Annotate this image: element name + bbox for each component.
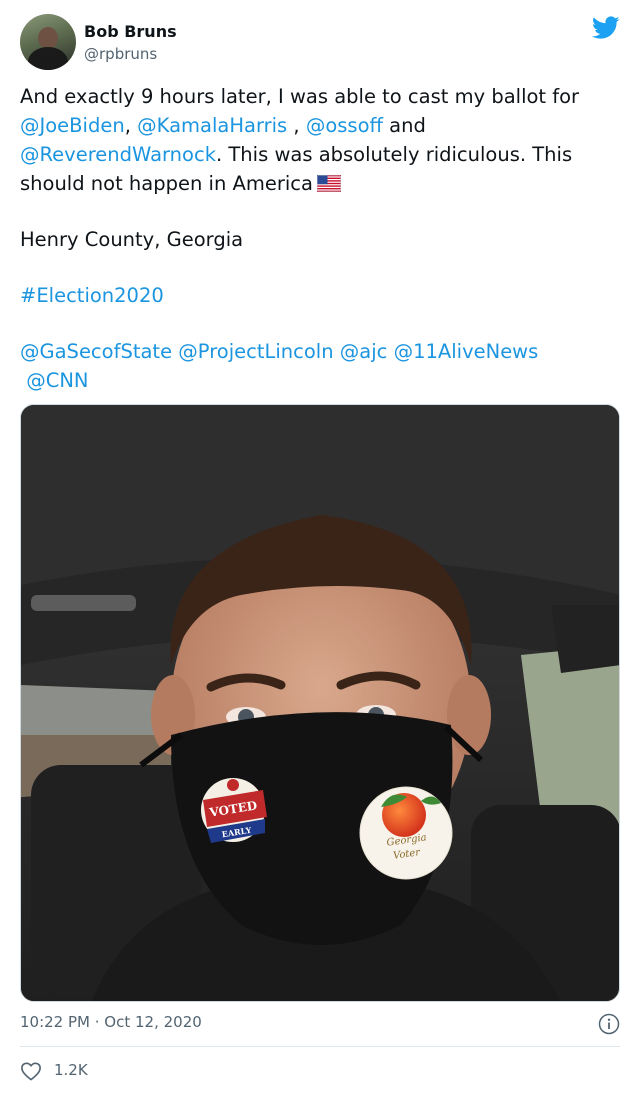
author-handle[interactable]: @rpbruns xyxy=(84,45,157,63)
tweet-mentions: @GaSecofState @ProjectLincoln @ajc @11Al… xyxy=(20,337,620,395)
mention-ossoff[interactable]: @ossoff xyxy=(306,114,383,137)
like-count: 1.2K xyxy=(54,1061,88,1079)
mention-reverendwarnock[interactable]: @ReverendWarnock xyxy=(20,143,216,166)
mention-cnn[interactable]: @CNN xyxy=(26,369,88,392)
divider xyxy=(20,1046,620,1047)
tweet-photo[interactable]: VOTED EARLY Georgia Voter xyxy=(20,404,620,1002)
text-separator: and xyxy=(382,114,426,137)
tweet-meta: 10:22 PM · Oct 12, 2020 xyxy=(20,1013,620,1035)
tweet-text-segment: And exactly 9 hours later, I was able to… xyxy=(20,85,580,108)
mention-11alivenews[interactable]: @11AliveNews xyxy=(394,340,539,363)
tweet-paragraph-main: And exactly 9 hours later, I was able to… xyxy=(20,82,620,198)
info-icon[interactable] xyxy=(598,1013,620,1035)
mention-ajc[interactable]: @ajc xyxy=(340,340,388,363)
tweet-text: And exactly 9 hours later, I was able to… xyxy=(20,82,620,395)
tweet-timestamp[interactable]: 10:22 PM · Oct 12, 2020 xyxy=(20,1013,202,1031)
mention-gasecofstate[interactable]: @GaSecofState xyxy=(20,340,172,363)
selfie-image: VOTED EARLY Georgia Voter xyxy=(21,405,619,1001)
mention-kamalaharris[interactable]: @KamalaHarris xyxy=(137,114,287,137)
tweet-location: Henry County, Georgia xyxy=(20,228,244,251)
text-separator: , xyxy=(287,114,306,137)
text-separator: , xyxy=(124,114,138,137)
avatar[interactable] xyxy=(20,14,76,70)
us-flag-emoji-icon xyxy=(316,175,341,192)
twitter-bird-icon[interactable] xyxy=(592,16,620,40)
tweet-header: Bob Bruns @rpbruns xyxy=(20,14,620,74)
mention-joebiden[interactable]: @JoeBiden xyxy=(20,114,125,137)
heart-icon[interactable] xyxy=(20,1061,42,1081)
mention-projectlincoln[interactable]: @ProjectLincoln xyxy=(178,340,333,363)
author-name[interactable]: Bob Bruns xyxy=(84,22,177,41)
hashtag-election2020[interactable]: #Election2020 xyxy=(20,284,164,307)
